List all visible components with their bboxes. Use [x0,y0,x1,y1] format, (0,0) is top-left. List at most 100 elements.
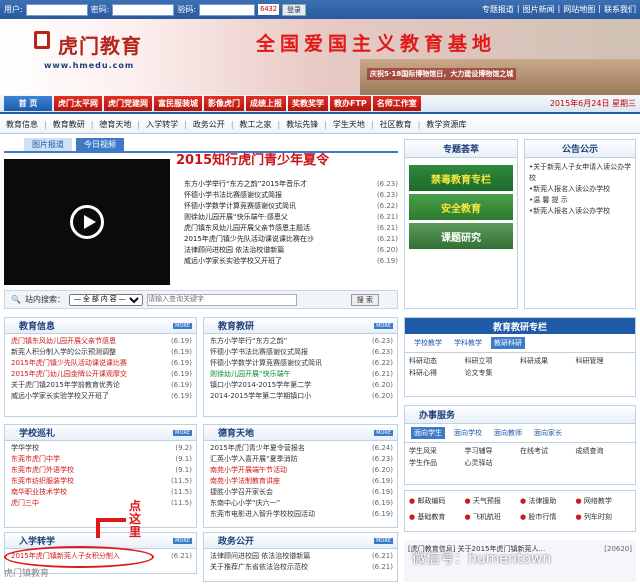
more-button[interactable]: MORE [374,429,393,436]
subnav-item[interactable]: 教工之家 [240,119,272,130]
list-item[interactable]: 东莞市虎门中学 (9.1) [11,454,192,465]
list-item[interactable]: 威远小学家长实验学校又开班了 (6.19) [11,391,192,402]
tab-teachers[interactable]: 面向教师 [491,427,525,439]
list-item[interactable]: 东莞市电影进入智升学校校园活动 (6.19) [210,509,393,520]
list-item[interactable]: 关于虎门镇2015年学前教育优秀论 (6.19) [11,380,192,391]
tab-research[interactable]: 教研科研 [491,337,525,349]
utility-link[interactable]: 网络教学 [576,493,632,509]
subnav-item[interactable]: 入学转学 [146,119,178,130]
service-link[interactable]: 成绩查询 [576,445,632,457]
list-item[interactable]: 法律顾问进校园 依法治校谱新篇 (6.21) [210,551,393,562]
list-item[interactable]: 东莞市虎门外语学校 (9.1) [11,465,192,476]
research-link[interactable]: 科研心得 [409,367,465,379]
service-link[interactable]: 学生风采 [409,445,465,457]
service-link[interactable]: 学生作品 [409,457,465,469]
more-button[interactable]: MORE [173,322,192,329]
list-item[interactable]: 学华学校 (9.2) [11,443,192,454]
password-field[interactable] [112,3,175,16]
utility-link[interactable]: 飞机航班 [465,509,521,525]
list-item[interactable]: 关于推荐广东省依法治校示范校 (6.21) [210,562,393,573]
utility-link[interactable]: 邮政编码 [409,493,465,509]
utility-link[interactable]: 基础教育 [409,509,465,525]
list-item[interactable]: 虎门三中 (11.5) [11,498,192,509]
list-item[interactable]: 则徐幼儿园开展“快乐端午·感恩父 (6.21) [184,212,398,223]
search-button[interactable]: 搜 索 [350,293,379,306]
top-link[interactable]: 联系我们 [604,4,636,15]
list-item[interactable]: 2015年虎门青少年夏令营报名 (6.24) [210,443,393,454]
list-item[interactable]: 则徐幼儿园开展“快乐端午 (6.21) [210,369,393,380]
list-item[interactable]: 汇英小学入喜开展“夏季消防 (6.23) [210,454,393,465]
top-link[interactable]: 专题报道 [482,4,514,15]
utility-link[interactable]: 股市行情 [520,509,576,525]
subnav-item[interactable]: 教育教研 [53,119,85,130]
list-item[interactable]: 捷胜小学召开家长会 (6.19) [210,487,393,498]
nav-item[interactable]: 虎门党建网 [104,96,152,111]
list-item[interactable]: 南华职业技术学校 (11.5) [11,487,192,498]
promo-anti-drug[interactable]: 禁毒教育专栏 [409,165,513,191]
site-logo-text[interactable]: 虎门教育 [58,30,142,59]
promo-research[interactable]: 课题研究 [409,223,513,249]
nav-item[interactable]: 名师工作室 [372,96,421,111]
nav-item[interactable]: 虎门太平网 [54,96,102,111]
research-link[interactable]: 科研立项 [465,355,521,367]
list-item[interactable]: 怀德小学数学计算竞赛感谢仪式简讯 (6.22) [184,201,398,212]
notice-item[interactable]: •新莞人报名入读公办学校 [525,184,635,195]
username-field[interactable] [25,3,88,16]
nav-item[interactable]: 奖教奖学 [288,96,328,111]
tab-subject-teaching[interactable]: 学科教学 [451,337,485,349]
top-link[interactable]: 网站地图 [563,4,595,15]
nav-item[interactable]: 成绩上报 [246,96,286,111]
list-item[interactable]: 威远小学家长实验学校又开班了 (6.19) [184,256,398,267]
research-link[interactable]: 科研动态 [409,355,465,367]
list-item[interactable]: 南苑小学开展端午节活动 (6.20) [210,465,393,476]
list-item[interactable]: 2015年虎门镇少先队活动课说课比赛 (6.19) [11,358,192,369]
research-link[interactable]: 论文专集 [465,367,521,379]
list-item[interactable]: 虎门镇东风幼儿园开展父亲节感恩 (6.19) [11,336,192,347]
more-button[interactable]: MORE [374,322,393,329]
list-item[interactable]: 新莞人积分制入学的公示预测调整 (6.19) [11,347,192,358]
tab-schools[interactable]: 面向学校 [451,427,485,439]
more-button[interactable]: MORE [173,537,192,544]
more-button[interactable]: MORE [374,537,393,544]
utility-link[interactable]: 法律援助 [520,493,576,509]
tab-photo-report[interactable]: 图片报道 [24,138,72,151]
tab-school-teaching[interactable]: 学校教学 [411,337,445,349]
subnav-item[interactable]: 社区教育 [380,119,412,130]
list-item[interactable]: 怀德小学书法比赛感谢仪式简报 (6.23) [210,347,393,358]
list-item[interactable]: 2014-2015学年第二学期镇口小 (6.20) [210,391,393,402]
service-link[interactable]: 在线考试 [520,445,576,457]
service-link[interactable]: 学习辅导 [465,445,521,457]
login-button[interactable]: 登录 [281,3,306,16]
video-player[interactable] [4,159,170,285]
search-scope-select[interactable]: — 全 部 内 容 — [68,293,143,306]
play-icon[interactable] [70,205,104,239]
notice-item[interactable]: •关于新莞人子女申请入读公办学校 [525,162,635,184]
promo-safety[interactable]: 安全教育 [409,194,513,220]
nav-item[interactable]: 富民服装城 [154,96,202,111]
list-item[interactable]: 东方小学举行“东方之韵”2015年音乐才 (6.23) [184,179,398,190]
research-link[interactable]: 科研成果 [520,355,576,367]
tab-parents[interactable]: 面向家长 [531,427,565,439]
more-button[interactable]: MORE [173,429,192,436]
utility-link[interactable]: 列车时刻 [576,509,632,525]
list-item[interactable]: 南苑小学法制教育讲座 (6.19) [210,476,393,487]
list-item[interactable]: 东莞市纺织服装学校 (11.5) [11,476,192,487]
list-item[interactable]: 2015年虎门幼儿园金牌公开课观摩交 (6.19) [11,369,192,380]
utility-link[interactable]: 天气预报 [465,493,521,509]
list-item[interactable]: 法律顾问进校园 依法治校谱新篇 (6.20) [184,245,398,256]
list-item[interactable]: 东方小学举行“东方之韵” (6.23) [210,336,393,347]
nav-item[interactable]: 影像虎门 [204,96,244,111]
captcha-field[interactable] [199,3,256,16]
subnav-item[interactable]: 学生天地 [333,119,365,130]
subnav-item[interactable]: 教育信息 [6,119,38,130]
nav-item[interactable]: 教办FTP [330,96,371,111]
notice-item[interactable]: •温 馨 提 示 [525,195,635,206]
list-item[interactable]: 虎门镇东风幼儿园开展父亲节感恩主题活 (6.21) [184,223,398,234]
list-item[interactable]: 镇口小学2014-2015学年第二学 (6.20) [210,380,393,391]
tab-today-video[interactable]: 今日视频 [76,138,124,151]
search-input[interactable] [146,293,297,306]
headline[interactable]: 2015知行虎门青少年夏令 [176,149,329,168]
research-link[interactable]: 科研管理 [576,355,632,367]
subnav-item[interactable]: 教坛先锋 [286,119,318,130]
list-item[interactable]: 怀德小学书法比赛感谢仪式简报 (6.23) [184,190,398,201]
